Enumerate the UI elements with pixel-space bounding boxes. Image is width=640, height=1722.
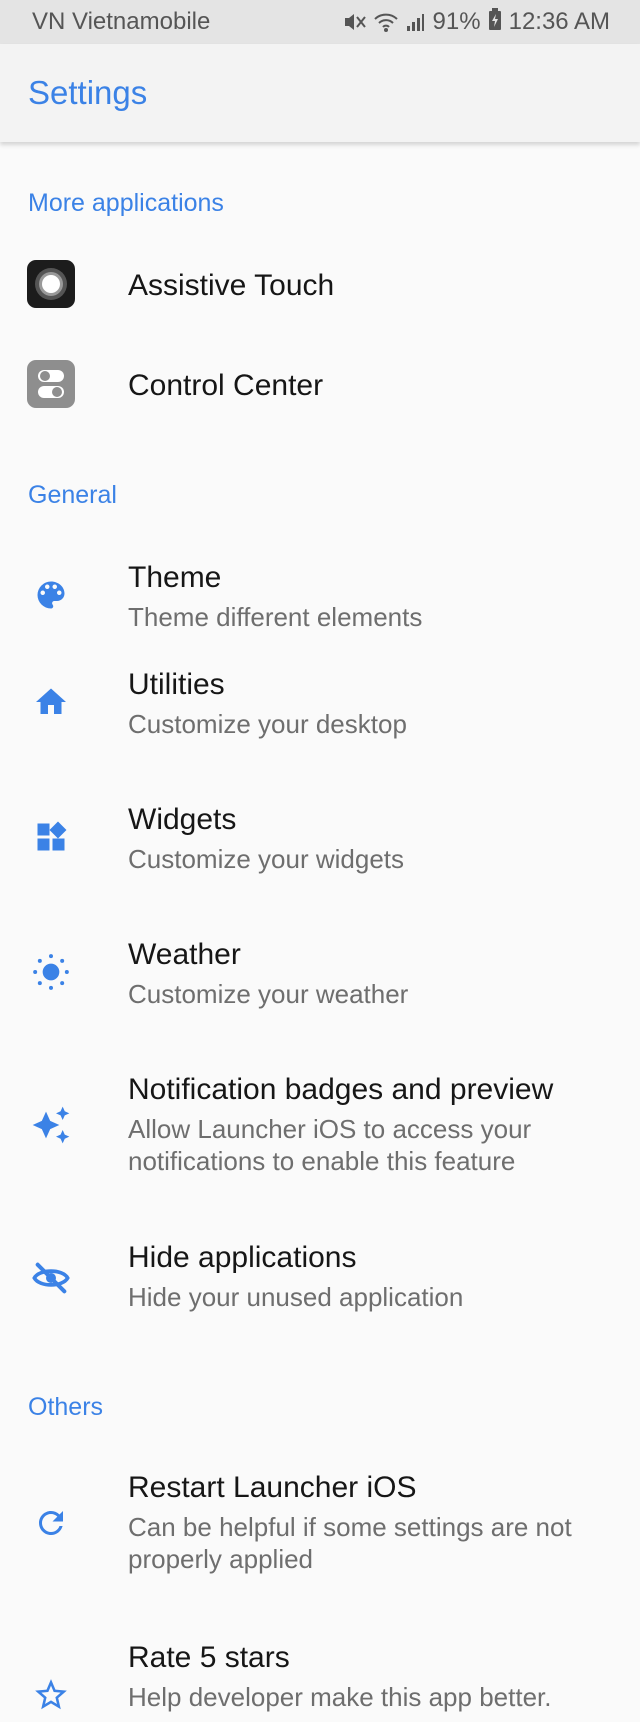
settings-item-notification-badges[interactable]: Notification badges and preview Allow La… bbox=[0, 1057, 640, 1202]
settings-item-title: Utilities bbox=[128, 668, 225, 701]
section-header-general: General bbox=[28, 481, 117, 509]
battery-icon bbox=[488, 7, 501, 37]
settings-item-assistive-touch[interactable]: Assistive Touch bbox=[0, 234, 640, 334]
settings-item-subtitle: Customize your weather bbox=[128, 979, 409, 1009]
app-bar: Settings bbox=[0, 44, 640, 142]
settings-item-control-center[interactable]: Control Center bbox=[0, 334, 640, 434]
status-indicators: 91% 12:36 AM bbox=[343, 7, 610, 37]
status-bar: VN Vietnamobile 91% 12:36 AM bbox=[0, 0, 640, 44]
settings-item-subtitle: Allow Launcher iOS to access your notifi… bbox=[128, 1114, 532, 1176]
settings-item-title: Weather bbox=[128, 938, 241, 971]
settings-item-utilities[interactable]: Utilities Customize your desktop bbox=[0, 652, 640, 767]
settings-item-subtitle: Customize your desktop bbox=[128, 709, 407, 739]
settings-item-title: Assistive Touch bbox=[128, 269, 335, 302]
sparkle-icon bbox=[26, 1100, 76, 1150]
star-icon bbox=[26, 1670, 76, 1720]
widgets-icon bbox=[26, 812, 76, 862]
settings-item-restart-launcher[interactable]: Restart Launcher iOS Can be helpful if s… bbox=[0, 1455, 640, 1600]
page-title: Settings bbox=[28, 74, 148, 111]
settings-item-title: Rate 5 stars bbox=[128, 1641, 290, 1674]
settings-item-title: Hide applications bbox=[128, 1241, 357, 1274]
settings-item-theme[interactable]: Theme Theme different elements bbox=[0, 545, 640, 650]
settings-item-title: Widgets bbox=[128, 803, 237, 836]
assistive-touch-icon bbox=[26, 259, 76, 309]
settings-item-subtitle: Customize your widgets bbox=[128, 844, 404, 874]
control-center-icon bbox=[26, 359, 76, 409]
mute-icon bbox=[343, 11, 367, 33]
refresh-icon bbox=[26, 1498, 76, 1548]
settings-item-subtitle: Theme different elements bbox=[128, 602, 423, 632]
palette-icon bbox=[26, 570, 76, 620]
settings-item-subtitle: Hide your unused application bbox=[128, 1282, 464, 1312]
section-header-more-applications: More applications bbox=[28, 189, 224, 217]
settings-item-title: Control Center bbox=[128, 369, 324, 402]
settings-item-subtitle: Help developer make this app better. bbox=[128, 1682, 552, 1712]
settings-item-title: Theme bbox=[128, 561, 222, 594]
eye-off-icon bbox=[26, 1253, 76, 1303]
carrier-name: VN Vietnamobile bbox=[32, 8, 211, 35]
clock: 12:36 AM bbox=[508, 8, 610, 35]
home-icon bbox=[26, 677, 76, 727]
section-header-others: Others bbox=[28, 1393, 104, 1421]
settings-item-hide-applications[interactable]: Hide applications Hide your unused appli… bbox=[0, 1225, 640, 1340]
sun-icon bbox=[26, 947, 76, 997]
wifi-icon bbox=[373, 11, 399, 33]
settings-item-widgets[interactable]: Widgets Customize your widgets bbox=[0, 787, 640, 902]
settings-item-title: Notification badges and preview bbox=[128, 1073, 554, 1106]
signal-icon bbox=[405, 12, 425, 32]
settings-item-weather[interactable]: Weather Customize your weather bbox=[0, 922, 640, 1037]
settings-item-rate-5-stars[interactable]: Rate 5 stars Help developer make this ap… bbox=[0, 1625, 640, 1722]
settings-item-title: Restart Launcher iOS bbox=[128, 1471, 417, 1504]
settings-item-subtitle: Can be helpful if some settings are not … bbox=[128, 1512, 572, 1574]
battery-percent: 91% bbox=[432, 8, 481, 35]
